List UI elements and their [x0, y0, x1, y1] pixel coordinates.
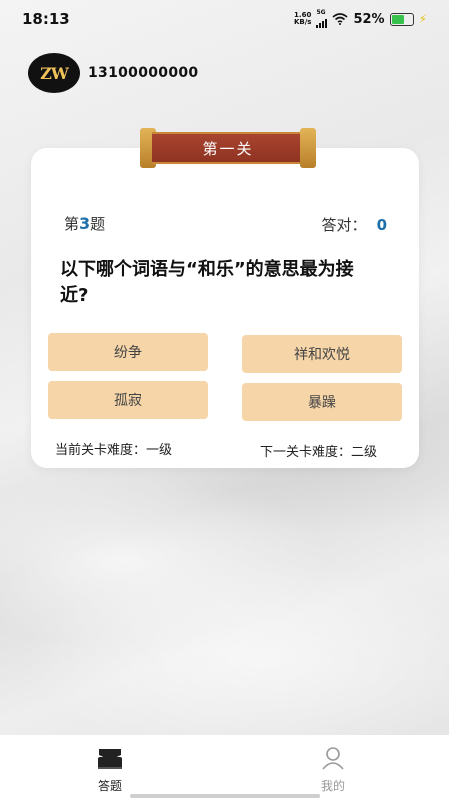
- network-speed-unit: KB/s: [293, 18, 312, 26]
- correct-count-value: 0: [376, 216, 387, 234]
- cellular-signal-icon: 5G: [316, 10, 328, 28]
- level-banner: 第一关: [140, 128, 316, 168]
- avatar-logo-text: ZW: [40, 63, 69, 83]
- option-button-2[interactable]: 祥和欢悦: [242, 335, 402, 373]
- avatar[interactable]: ZW: [28, 53, 80, 93]
- question-number-prefix: 第: [64, 215, 80, 233]
- question-text: 以下哪个词语与“和乐”的意思最为接近?: [60, 259, 354, 306]
- wifi-icon: [332, 13, 348, 25]
- option-button-3[interactable]: 孤寂: [48, 381, 208, 419]
- tab-mine-label: 我的: [320, 779, 345, 793]
- tab-answer[interactable]: 答题: [70, 745, 150, 794]
- answer-tab-icon: [98, 749, 122, 769]
- option-button-4[interactable]: 暴躁: [242, 383, 402, 421]
- next-difficulty: 下一关卡难度：二级: [260, 445, 378, 460]
- status-time: 18:13: [22, 10, 70, 28]
- banner-right-cap: [300, 128, 316, 168]
- correct-count-label: 答对：: [321, 216, 367, 234]
- tab-mine[interactable]: 我的: [293, 745, 373, 794]
- network-speed: 1.60 KB/s: [294, 12, 311, 26]
- question-number-value: 3: [79, 214, 91, 233]
- question-number-suffix: 题: [90, 215, 106, 233]
- status-icons: 1.60 KB/s 5G 52% ⚡: [294, 10, 427, 28]
- home-indicator[interactable]: [130, 794, 320, 798]
- current-difficulty: 当前关卡难度：一级: [55, 443, 173, 458]
- correct-count: 答对： 0: [322, 214, 387, 235]
- option-button-1[interactable]: 纷争: [48, 333, 208, 371]
- user-phone: 13100000000: [88, 65, 199, 81]
- charging-icon: ⚡: [418, 12, 427, 26]
- question-number: 第3题: [64, 213, 105, 234]
- battery-icon: [389, 12, 414, 26]
- user-profile-icon: [322, 747, 344, 770]
- level-title: 第一关: [152, 132, 304, 164]
- status-bar: 18:13 1.60 KB/s 5G 52% ⚡: [0, 0, 449, 40]
- tab-answer-label: 答题: [97, 779, 122, 793]
- battery-percent: 52%: [353, 11, 385, 27]
- bottom-tab-bar: 答题 我的: [0, 735, 449, 800]
